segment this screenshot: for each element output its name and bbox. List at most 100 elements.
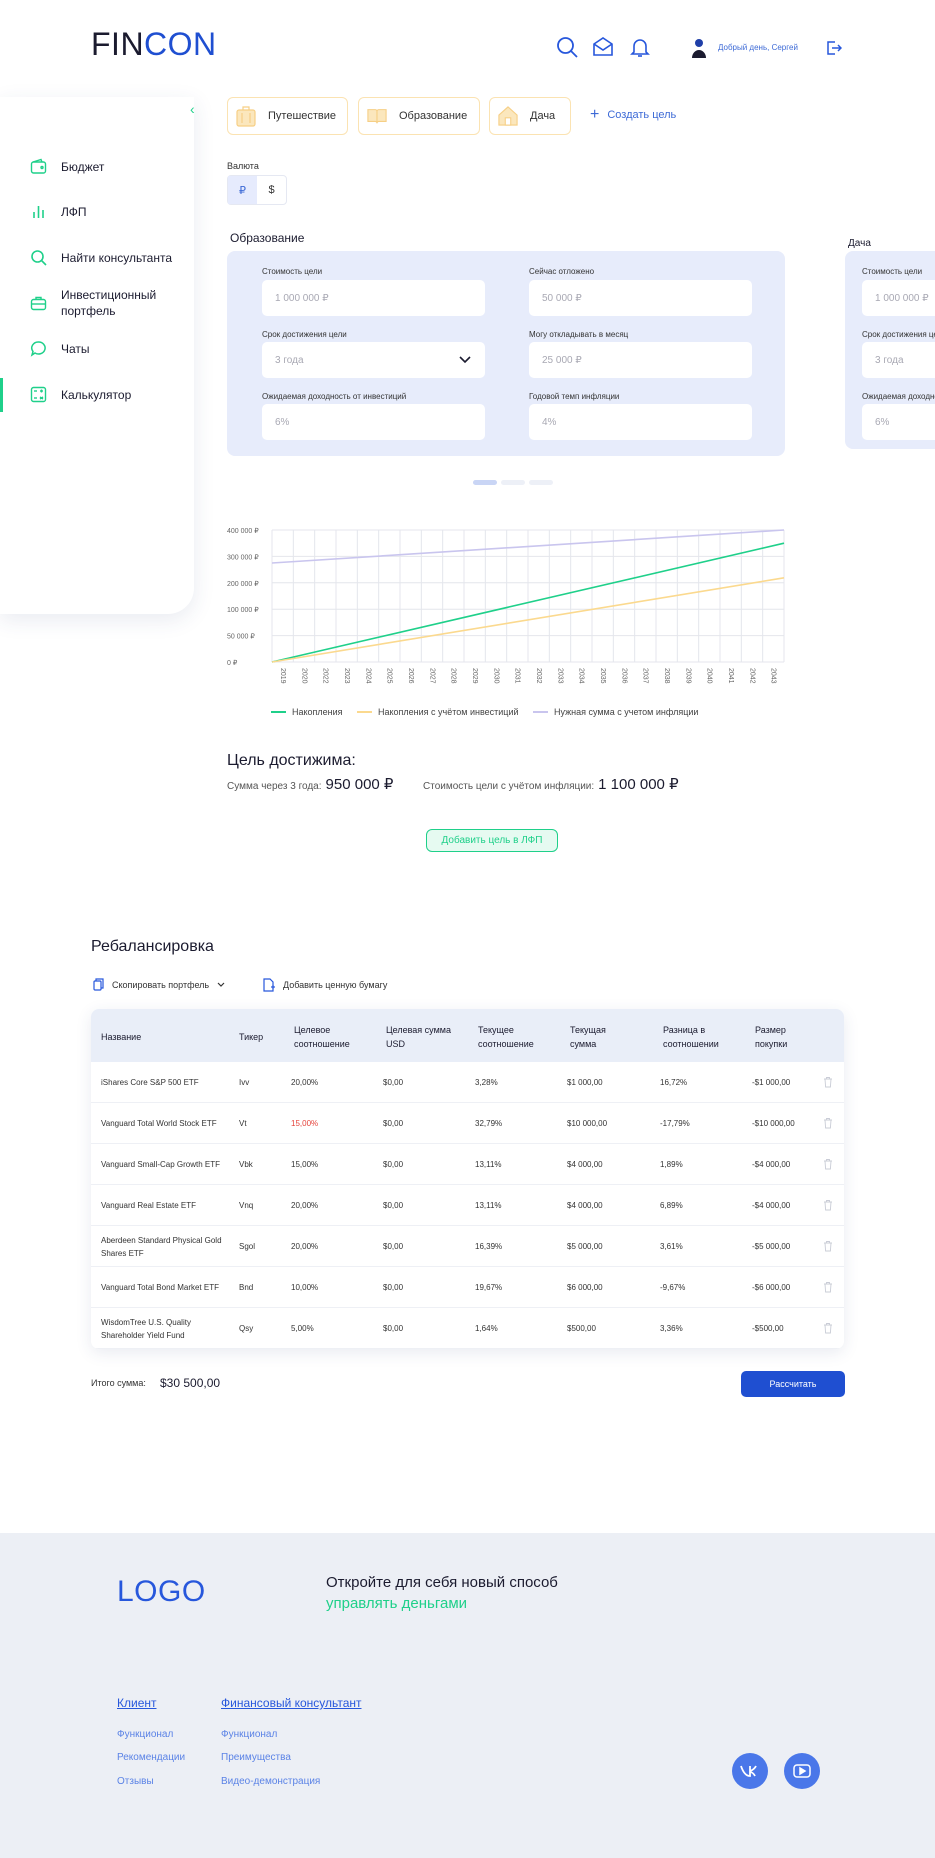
table-row[interactable]: Vanguard Small-Cap Growth ETF Vbk 15,00% $0… (91, 1144, 844, 1185)
monthly-label: Могу откладывать в месяц (529, 330, 629, 339)
bar-chart-icon (33, 206, 44, 218)
calculate-button[interactable]: Рассчитать (741, 1371, 845, 1397)
result-cost: Стоимость цели с учётом инфляции: 1 100 … (423, 775, 679, 793)
currency-rub[interactable]: ₽ (228, 176, 257, 204)
table-row[interactable]: Vanguard Real Estate ETF Vnq 20,00% $0,00 13… (91, 1185, 844, 1226)
goal2-term-select[interactable]: 3 года (862, 342, 935, 378)
cell-ticker: Ivv (239, 1078, 250, 1087)
cell-current: 16,39% (475, 1242, 503, 1251)
copy-portfolio-button[interactable]: Скопировать портфель (93, 978, 225, 991)
table-row[interactable]: Vanguard Total World Stock ETF Vt 15,00% $0… (91, 1103, 844, 1144)
trash-icon[interactable] (823, 1076, 833, 1088)
cost-input[interactable]: 1 000 000 ₽ (262, 280, 485, 316)
term-select-value: 3 года (275, 354, 304, 366)
currency-usd[interactable]: $ (257, 176, 286, 204)
cell-buy: -$5 000,00 (752, 1242, 791, 1251)
table-row[interactable]: Aberdeen Standard Physical Gold Shares E… (91, 1226, 844, 1267)
sidebar-item-label: Бюджет (61, 159, 105, 174)
logout-icon[interactable] (826, 40, 842, 56)
rebalancing-title: Ребалансировка (91, 938, 214, 955)
carousel-dot[interactable] (501, 480, 525, 485)
monthly-input[interactable]: 25 000 ₽ (529, 342, 752, 378)
footer-link[interactable]: Функционал (221, 1729, 277, 1740)
y-tick-label: 0 ₽ (227, 659, 238, 667)
cell-ticker: Sgol (239, 1242, 256, 1251)
legend-label: Нужная сумма с учетом инфляции (554, 707, 699, 717)
search-icon (31, 250, 47, 266)
cell-target[interactable]: 10,00% (291, 1281, 318, 1294)
add-security-button[interactable]: Добавить ценную бумагу (263, 978, 387, 992)
sidebar-item-lfp[interactable]: ЛФП (30, 203, 190, 220)
cell-target[interactable]: 15,00% (291, 1117, 318, 1130)
col-header-current: Текущее соотношение (478, 1025, 534, 1049)
trash-icon[interactable] (823, 1281, 833, 1293)
footer-link[interactable]: Отзывы (117, 1776, 154, 1787)
sidebar-item-calculator[interactable]: Калькулятор (30, 386, 190, 403)
cell-ticker: Qsy (239, 1324, 254, 1333)
cell-target[interactable]: 20,00% (291, 1240, 318, 1253)
mail-icon[interactable] (591, 35, 615, 59)
cell-ticker: Vbk (239, 1160, 253, 1169)
table-row[interactable]: WisdomTree U.S. Quality Shareholder Yiel… (91, 1308, 844, 1349)
cell-target[interactable]: 5,00% (291, 1322, 314, 1335)
vk-icon[interactable] (732, 1753, 768, 1789)
goal-tab-dacha[interactable]: Дача (489, 97, 571, 135)
bell-icon[interactable] (628, 35, 652, 59)
goal2-yield-input[interactable]: 6% (862, 404, 935, 440)
goal-tab-travel[interactable]: Путешествие (227, 97, 348, 135)
greeting-text[interactable]: Добрый день, Сергей (718, 43, 798, 52)
avatar[interactable] (692, 38, 706, 58)
goal2-cost-input[interactable]: 1 000 000 ₽ (862, 280, 935, 316)
result-cost-value: 1 100 000 ₽ (598, 776, 679, 793)
copy-icon (93, 978, 104, 991)
footer-link[interactable]: Преимущества (221, 1752, 291, 1763)
app-logo[interactable]: FINCON (91, 26, 217, 63)
cell-target[interactable]: 20,00% (291, 1076, 318, 1089)
goal-tab-education[interactable]: Образование (358, 97, 480, 135)
collapse-sidebar-icon[interactable]: ‹ (190, 101, 204, 117)
cell-name: Vanguard Total Bond Market ETF (101, 1283, 219, 1292)
footer-link[interactable]: Видео-демонстрация (221, 1776, 320, 1787)
nav-active-indicator (0, 378, 3, 412)
trash-icon[interactable] (823, 1117, 833, 1129)
sidebar-item-budget[interactable]: Бюджет (30, 158, 190, 175)
footer-link[interactable]: Рекомендации (117, 1752, 185, 1763)
table-row[interactable]: iShares Core S&P 500 ETF Ivv 20,00% $0,00 3,… (91, 1062, 844, 1103)
cell-target[interactable]: 20,00% (291, 1199, 318, 1212)
term-select[interactable]: 3 года (262, 342, 485, 378)
inflation-input[interactable]: 4% (529, 404, 752, 440)
sidebar-item-chats[interactable]: Чаты (30, 340, 190, 357)
saved-input[interactable]: 50 000 ₽ (529, 280, 752, 316)
trash-icon[interactable] (823, 1199, 833, 1211)
sidebar-item-find-consultant[interactable]: Найти консультанта (30, 249, 190, 266)
cell-target[interactable]: 15,00% (291, 1158, 318, 1171)
sidebar-item-investment-portfolio[interactable]: Инвестиционный портфель (30, 287, 190, 319)
footer-col-consultant-title[interactable]: Финансовый консультант (221, 1696, 362, 1710)
sidebar-item-label: Инвестиционный портфель (61, 288, 157, 318)
trash-icon[interactable] (823, 1158, 833, 1170)
x-tick-label: 2029 (471, 668, 478, 684)
table-row[interactable]: Vanguard Total Bond Market ETF Bnd 10,00% $… (91, 1267, 844, 1308)
footer-logo[interactable]: LOGO (117, 1575, 206, 1609)
result-sum-label: Сумма через 3 года: (227, 781, 322, 792)
trash-icon[interactable] (823, 1240, 833, 1252)
trash-icon[interactable] (823, 1322, 833, 1334)
footer-link[interactable]: Функционал (117, 1729, 173, 1740)
table-header: Название Тикер Целевое соотношение Целев… (91, 1009, 844, 1062)
create-goal-button[interactable]: + Создать цель (590, 107, 676, 123)
cell-target-usd: $0,00 (383, 1078, 404, 1087)
youtube-icon[interactable] (784, 1753, 820, 1789)
x-tick-label: 2036 (620, 668, 627, 684)
carousel-dot[interactable] (529, 480, 553, 485)
footer-tagline-1: Откройте для себя новый способ (326, 1574, 558, 1591)
footer-col-client-title[interactable]: Клиент (117, 1696, 157, 1710)
yield-input[interactable]: 6% (262, 404, 485, 440)
carousel-dot[interactable] (473, 480, 497, 485)
x-tick-label: 2037 (642, 668, 649, 684)
cell-ticker: Bnd (239, 1283, 254, 1292)
x-tick-label: 2023 (343, 668, 350, 684)
col-header-buy: Размер покупки (755, 1025, 788, 1049)
add-goal-to-lfp-button[interactable]: Добавить цель в ЛФП (426, 829, 558, 852)
legend-label: Накопления с учётом инвестиций (378, 707, 519, 717)
search-icon[interactable] (555, 35, 579, 59)
